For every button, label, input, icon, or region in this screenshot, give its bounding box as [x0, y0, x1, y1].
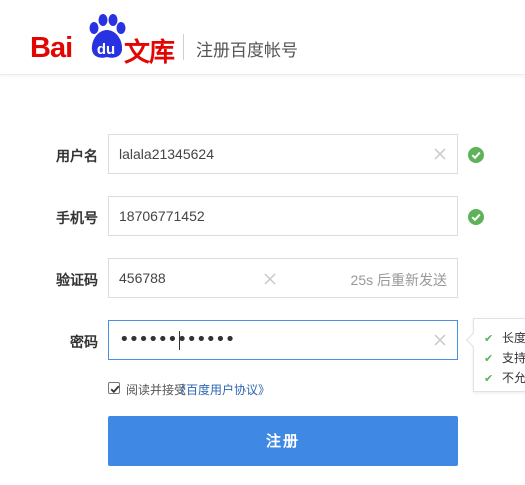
- text-caret: [179, 331, 180, 350]
- agreement-checkbox[interactable]: [108, 382, 120, 394]
- code-input[interactable]: 456788 25s 后重新发送: [108, 258, 458, 298]
- logo-wenku-text: 文库: [124, 38, 175, 68]
- phone-label: 手机号: [56, 211, 98, 227]
- valid-check-icon: [468, 147, 484, 163]
- logo-bai-text: Bai: [30, 32, 73, 64]
- code-value: 456788: [119, 270, 166, 286]
- username-label: 用户名: [56, 149, 98, 165]
- password-label: 密码: [70, 335, 98, 351]
- rule-check-icon: ✔: [484, 352, 494, 365]
- clear-icon[interactable]: [433, 333, 447, 347]
- username-input[interactable]: lalala21345624: [108, 134, 458, 174]
- password-rule-item: ✔ 支持: [484, 351, 525, 365]
- user-agreement-link[interactable]: 《百度用户协议》: [174, 381, 270, 398]
- password-masked-value: ••••••••••••: [119, 329, 235, 350]
- page-header: Bai du 文库 注册百度帐号: [0, 0, 525, 75]
- password-rule-item: ✔ 不允: [484, 371, 525, 385]
- password-input[interactable]: ••••••••••••: [108, 320, 458, 360]
- clear-icon[interactable]: [263, 271, 277, 285]
- clear-icon[interactable]: [433, 147, 447, 161]
- resend-code-button[interactable]: 25s 后重新发送: [351, 270, 447, 290]
- header-divider: [183, 34, 184, 60]
- register-button[interactable]: 注册: [108, 416, 458, 466]
- rule-check-icon: ✔: [484, 372, 494, 385]
- password-rules-tooltip: ✔ 长度 ✔ 支持 ✔ 不允: [465, 318, 525, 392]
- phone-value: 18706771452: [119, 208, 205, 224]
- username-value: lalala21345624: [119, 146, 214, 162]
- tooltip-arrow: [465, 332, 481, 348]
- password-rule-item: ✔ 长度: [484, 331, 525, 345]
- valid-check-icon: [468, 209, 484, 225]
- code-label: 验证码: [56, 273, 98, 289]
- phone-input[interactable]: 18706771452: [108, 196, 458, 236]
- logo-du-text: du: [96, 41, 116, 58]
- page-title: 注册百度帐号: [196, 41, 298, 61]
- rule-check-icon: ✔: [484, 332, 494, 345]
